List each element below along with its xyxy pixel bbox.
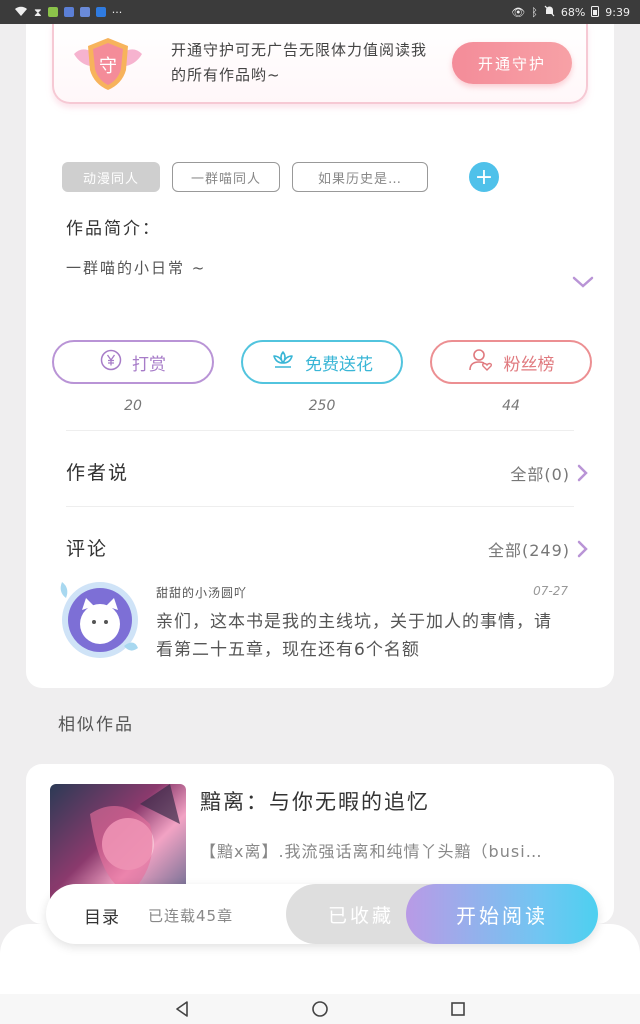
clock: 9:39	[605, 5, 630, 19]
app-notification-icon	[95, 7, 106, 17]
flower-action: 免费送花 250	[241, 340, 403, 414]
svg-text:守: 守	[99, 56, 117, 77]
fan-user-icon	[468, 348, 494, 377]
status-bar: ⧗ ··· 👁 ᛒ 68% 9:39	[0, 0, 640, 24]
send-flower-label: 免费送花	[305, 354, 373, 375]
eye-icon: 👁	[511, 5, 526, 19]
fan-rank-button[interactable]: 粉丝榜	[430, 340, 592, 384]
chevron-right-icon	[577, 464, 588, 482]
book-title[interactable]: 黯离：与你无暇的追忆	[200, 786, 430, 816]
table-of-contents-button[interactable]: 目录	[84, 903, 120, 928]
avatar[interactable]	[48, 568, 144, 664]
author-say-title: 作者说	[66, 462, 130, 484]
tag-item[interactable]: 动漫同人	[62, 162, 160, 192]
book-detail-card: 守 开通守护可无广告无限体力值阅读我的所有作品哟~ 开通守护 动漫同人 一群喵同…	[26, 24, 614, 688]
chevron-down-icon[interactable]	[572, 274, 594, 288]
system-navigation-bar	[0, 994, 640, 1024]
recent-apps-icon[interactable]	[449, 1000, 467, 1018]
send-flower-button[interactable]: 免费送花	[241, 340, 403, 384]
flower-count: 250	[308, 398, 336, 414]
app-notification-icon	[63, 7, 74, 17]
comments-more-label: 全部(249)	[487, 541, 570, 560]
chevron-right-icon	[577, 540, 588, 558]
guard-description: 开通守护可无广告无限体力值阅读我的所有作品哟~	[171, 41, 428, 84]
battery-icon	[591, 5, 600, 20]
mute-bell-icon	[544, 5, 555, 19]
fans-count: 44	[502, 398, 520, 414]
similar-works-title: 相似作品	[58, 715, 134, 735]
reward-count: 20	[124, 398, 142, 414]
home-icon[interactable]	[311, 1000, 329, 1018]
status-bar-left: ⧗ ···	[14, 6, 122, 19]
tag-list: 动漫同人 一群喵同人 如果历史是…	[62, 162, 428, 192]
tag-item[interactable]: 一群喵同人	[172, 162, 280, 192]
divider	[66, 430, 574, 431]
comments-title: 评论	[66, 538, 109, 560]
comment-text[interactable]: 亲们，这本书是我的主线坑，关于加人的事情，请看第二十五章，现在还有6个名额	[156, 608, 560, 664]
comment-date: 07-27	[533, 584, 568, 598]
status-bar-right: 👁 ᛒ 68% 9:39	[511, 5, 630, 20]
back-icon[interactable]	[173, 1000, 191, 1018]
book-description: 【黯x离】.我流强话离和纯情丫头黯（busi…	[200, 842, 543, 861]
divider	[66, 506, 574, 507]
start-reading-button[interactable]: 开始阅读	[406, 884, 598, 944]
fan-rank-label: 粉丝榜	[503, 354, 555, 375]
more-notifications-icon: ···	[111, 5, 123, 19]
reward-button[interactable]: 打赏	[52, 340, 214, 384]
guard-shield-icon: 守	[74, 36, 142, 90]
wifi-icon	[14, 6, 28, 19]
hourglass-icon: ⧗	[34, 5, 42, 19]
app-notification-icon	[79, 7, 90, 17]
comment-username[interactable]: 甜甜的小汤圆吖	[156, 584, 247, 601]
intro-text: 一群喵的小日常 ~	[66, 259, 207, 277]
action-buttons: 打赏 20 免费送花 250 粉丝榜 44	[52, 340, 592, 414]
author-say-more-link[interactable]: 全部(0)	[510, 461, 588, 485]
intro-title: 作品简介：	[66, 219, 161, 239]
bottom-action-bar: 目录 已连载45章 已收藏 开始阅读	[46, 884, 598, 944]
open-guard-button[interactable]: 开通守护	[452, 42, 572, 84]
fans-action: 粉丝榜 44	[430, 340, 592, 414]
comments-more-link[interactable]: 全部(249)	[488, 537, 588, 561]
tag-item[interactable]: 如果历史是…	[292, 162, 428, 192]
app-notification-icon	[47, 7, 58, 17]
guard-banner: 守 开通守护可无广告无限体力值阅读我的所有作品哟~ 开通守护	[52, 24, 588, 104]
bluetooth-icon: ᛒ	[531, 5, 538, 19]
battery-percent: 68%	[560, 5, 586, 19]
yen-coin-icon	[100, 349, 122, 376]
reward-label: 打赏	[132, 354, 166, 375]
chapter-count: 已连载45章	[148, 907, 234, 925]
reward-action: 打赏 20	[52, 340, 214, 414]
flower-icon	[271, 349, 295, 376]
add-tag-button[interactable]: +	[469, 162, 499, 192]
author-say-more-label: 全部(0)	[510, 465, 570, 484]
